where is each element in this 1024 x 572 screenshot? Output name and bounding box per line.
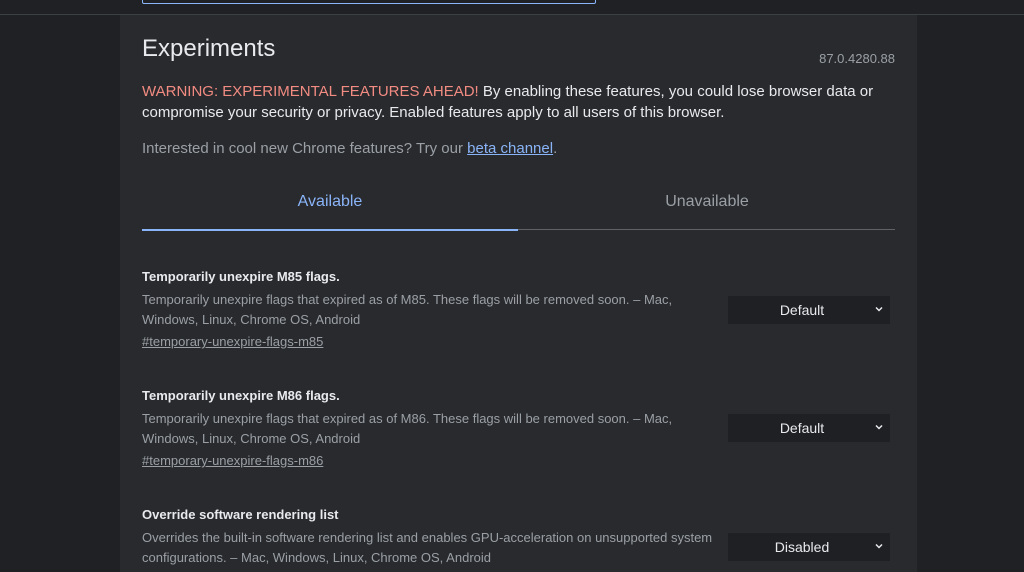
tab-bar: Available Unavailable [142,187,895,231]
flag-state-select[interactable]: Default [728,296,890,324]
flag-state-select[interactable]: Default [728,414,890,442]
flag-anchor-link[interactable]: #temporary-unexpire-flags-m86 [142,453,323,468]
flag-state-value: Default [779,302,825,318]
flag-description: Overrides the built-in software renderin… [142,530,713,565]
promo-suffix: . [553,140,558,157]
warning-label: WARNING: EXPERIMENTAL FEATURES AHEAD! [142,83,479,100]
experiments-panel: Experiments 87.0.4280.88 WARNING: EXPERI… [120,15,917,572]
chevron-down-icon [875,306,883,312]
flag-state-value: Default [779,420,825,436]
flag-description: Temporarily unexpire flags that expired … [142,292,673,327]
flag-name: Temporarily unexpire M85 flags. [142,269,340,284]
top-bar [0,0,1024,15]
flag-state-select[interactable]: Disabled [728,533,890,561]
flag-name: Override software rendering list [142,507,339,522]
page-title: Experiments [142,35,276,62]
warning-message: WARNING: EXPERIMENTAL FEATURES AHEAD! By… [142,81,882,123]
tab-unavailable[interactable]: Unavailable [519,187,895,229]
promo-message: Interested in cool new Chrome features? … [142,140,557,157]
flag-state-value: Disabled [774,539,830,555]
beta-channel-link[interactable]: beta channel [467,140,553,157]
chevron-down-icon [875,424,883,430]
tab-available[interactable]: Available [142,187,518,231]
version-label: 87.0.4280.88 [819,51,895,66]
flag-description: Temporarily unexpire flags that expired … [142,411,673,446]
promo-text: Interested in cool new Chrome features? … [142,140,468,157]
chevron-down-icon [875,543,883,549]
search-flags-input[interactable] [142,0,596,4]
flag-anchor-link[interactable]: #temporary-unexpire-flags-m85 [142,334,323,349]
flag-name: Temporarily unexpire M86 flags. [142,388,340,403]
